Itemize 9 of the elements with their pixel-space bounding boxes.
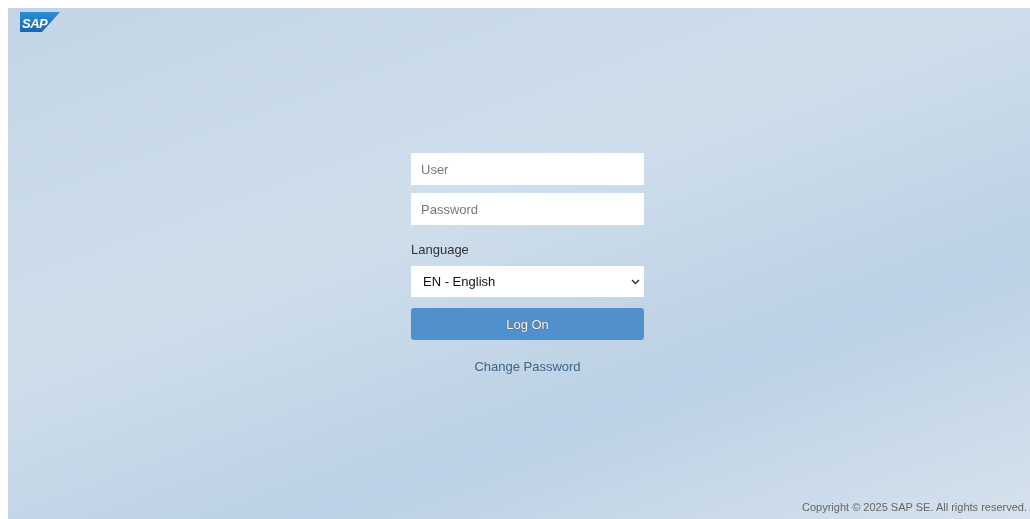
- sap-logo: SAP: [20, 12, 60, 32]
- copyright-text: Copyright © 2025 SAP SE. All rights reserved.: [802, 501, 1027, 513]
- change-password-link[interactable]: Change Password: [474, 359, 581, 374]
- language-select[interactable]: EN - English: [411, 266, 644, 297]
- language-label: Language: [411, 242, 470, 257]
- user-field[interactable]: User: [411, 153, 644, 185]
- log-on-button[interactable]: Log On: [411, 308, 644, 340]
- caret-icon: [631, 278, 640, 285]
- password-field[interactable]: Password: [411, 193, 644, 225]
